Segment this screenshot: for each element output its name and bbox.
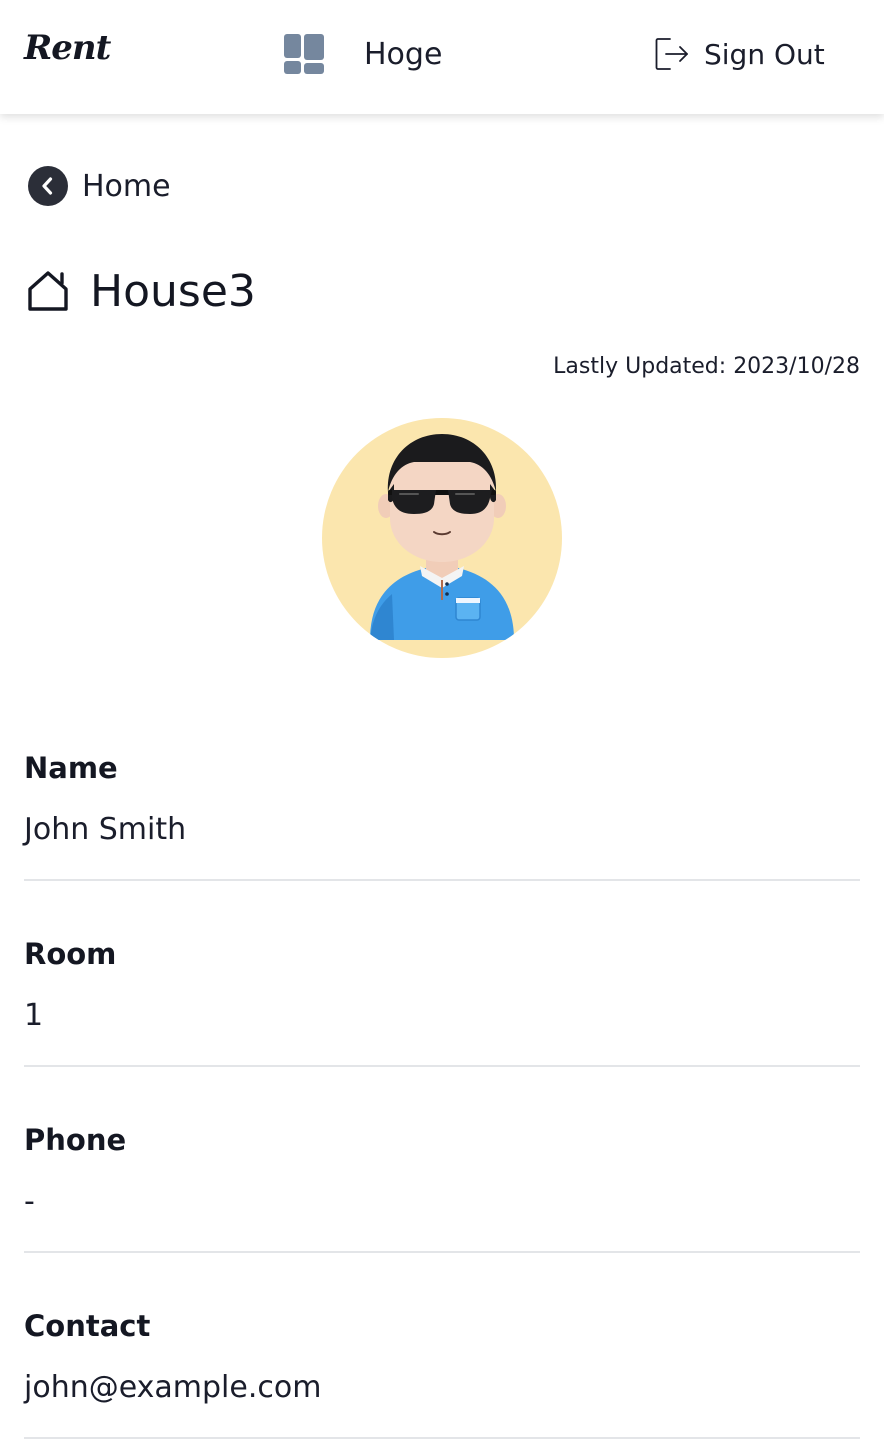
- field-label: Room: [24, 937, 117, 971]
- grid-icon: [284, 34, 324, 74]
- chevron-left-circle-icon: [28, 166, 68, 206]
- last-updated-prefix: Lastly Updated:: [553, 354, 727, 379]
- workspace-label: Hoge: [364, 36, 443, 72]
- last-updated: Lastly Updated: 2023/10/28: [553, 354, 860, 379]
- field-phone: Phone -: [24, 1120, 860, 1253]
- field-value: john@example.com: [24, 1370, 322, 1405]
- rent-logo[interactable]: Rent: [24, 28, 111, 68]
- field-value: -: [24, 1184, 35, 1219]
- field-name: Name John Smith: [24, 748, 860, 881]
- house-icon: [28, 271, 68, 311]
- sign-out-button[interactable]: Sign Out: [654, 36, 825, 72]
- top-header: Rent Hoge Sign Out: [0, 0, 884, 114]
- avatar-illustration: [370, 434, 514, 640]
- field-value: 1: [24, 998, 44, 1033]
- page-title: House3: [90, 265, 256, 317]
- back-home-link[interactable]: Home: [28, 166, 171, 206]
- page-title-row: House3: [26, 265, 256, 317]
- back-home-label: Home: [82, 168, 171, 204]
- field-label: Name: [24, 751, 118, 785]
- field-room: Room 1: [24, 934, 860, 1067]
- field-label: Contact: [24, 1309, 151, 1343]
- field-label: Phone: [24, 1123, 127, 1157]
- sign-out-icon: [655, 38, 688, 70]
- field-contact: Contact john@example.com: [24, 1306, 860, 1439]
- sign-out-label: Sign Out: [704, 37, 825, 71]
- field-value: John Smith: [24, 812, 187, 847]
- workspace-switcher[interactable]: Hoge: [284, 34, 442, 74]
- avatar: [322, 418, 562, 658]
- last-updated-date: 2023/10/28: [733, 354, 860, 379]
